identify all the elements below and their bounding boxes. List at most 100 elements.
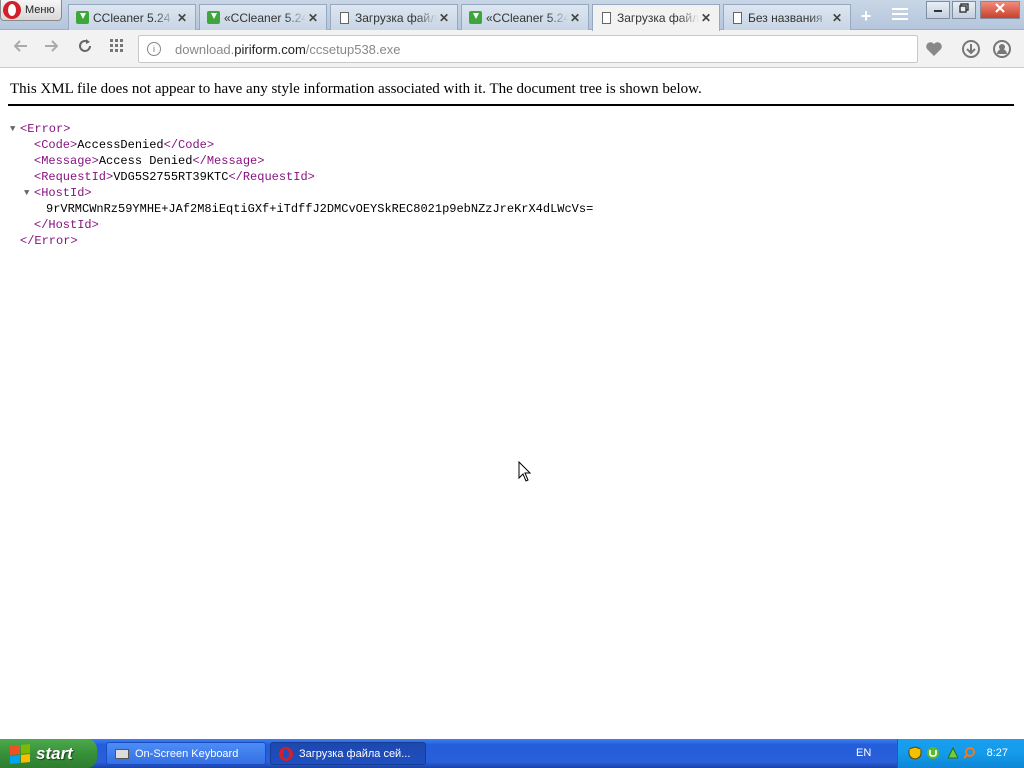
xml-tag: <Message> [34,154,99,168]
address-toolbar: i download.piriform.com/ccsetup538.exe [0,30,1024,68]
start-label: start [36,743,73,763]
maximize-button[interactable] [952,1,976,19]
xml-tag: <HostId> [34,186,92,200]
shield-icon[interactable] [908,746,922,760]
heart-icon [926,42,942,56]
site-info-icon[interactable]: i [147,42,161,56]
xml-hostid-open-line: ▼ <HostId> [10,185,593,201]
opera-logo-icon [3,1,21,19]
url-text[interactable]: download.piriform.com/ccsetup538.exe [175,42,400,57]
grid-icon [110,39,123,52]
tab-download-active[interactable]: Загрузка файл ✕ [592,4,720,31]
url-path: /ccsetup538.exe [305,42,401,57]
download-icon [75,11,89,25]
download-circle-icon [962,40,980,58]
close-tab-icon[interactable]: ✕ [568,11,582,25]
xml-tag: <RequestId> [34,170,114,184]
download-icon [468,11,482,25]
address-bar[interactable]: i download.piriform.com/ccsetup538.exe [138,35,918,63]
xml-message-line: <Message> Access Denied </Message> [10,153,593,169]
divider [8,104,1014,106]
close-tab-icon[interactable]: ✕ [306,11,320,25]
start-button[interactable]: start [0,739,97,768]
reload-icon [79,39,91,52]
network-icon[interactable] [946,746,960,760]
tab-label: «CCleaner 5.24 [486,10,568,25]
clock: 8:27 [986,747,1008,759]
tab-ccleaner-1[interactable]: CCleaner 5.24 ( ✕ [68,4,196,30]
forward-arrow-icon [45,40,59,52]
xml-tag: </RequestId> [228,170,315,184]
xml-tag: </Message> [192,154,265,168]
taskbar-item-label: On-Screen Keyboard [135,747,239,760]
document-icon [337,11,351,25]
document-icon [599,11,613,25]
close-tab-icon[interactable]: ✕ [175,11,189,25]
close-tab-icon[interactable]: ✕ [830,11,844,25]
maximize-icon [959,3,969,13]
keyboard-icon [115,748,129,759]
menu-label: Меню [25,4,55,16]
xml-code-value: AccessDenied [77,138,164,152]
user-icon [993,40,1011,58]
close-icon [995,3,1005,13]
windows-logo-icon [10,743,30,764]
speed-dial-button[interactable] [106,38,128,60]
language-indicator[interactable]: EN [856,747,871,759]
utorrent-icon[interactable] [926,746,940,760]
tab-label: CCleaner 5.24 ( [93,10,175,25]
xml-tag: <Error> [20,122,71,136]
account-button[interactable] [992,39,1012,59]
reload-button[interactable] [74,38,96,60]
close-window-button[interactable] [980,1,1020,19]
back-arrow-icon [13,40,27,52]
opera-icon [279,746,293,761]
xml-tag: </Error> [20,234,78,248]
document-icon [730,11,744,25]
url-domain: piriform.com [234,42,306,57]
taskbar-item-label: Загрузка файла сей... [299,747,411,760]
back-button[interactable] [10,38,32,60]
page-content: This XML file does not appear to have an… [0,69,1024,739]
xml-code-line: <Code> AccessDenied </Code> [10,137,593,153]
xml-message-value: Access Denied [98,154,193,168]
tab-untitled[interactable]: Без названия ✕ [723,4,851,30]
taskbar: start On-Screen Keyboard Загрузка файла … [0,739,1024,768]
tab-label: Загрузка файл [617,11,699,25]
downloads-button[interactable] [961,39,981,59]
taskbar-item-keyboard[interactable]: On-Screen Keyboard [106,742,266,765]
search-icon[interactable] [962,746,976,760]
collapse-triangle-icon[interactable]: ▼ [24,185,34,201]
xml-error-open-line: ▼ <Error> [10,121,593,137]
xml-requestid-line: <RequestId> VDG5S2755RT39KTC </RequestId> [10,169,593,185]
tab-label: «CCleaner 5.24 [224,10,306,25]
xml-tag: <Code> [34,138,78,152]
url-prefix: download. [175,42,235,57]
tab-label: Загрузка файл [355,10,437,25]
xml-style-notice: This XML file does not appear to have an… [10,81,702,97]
forward-button[interactable] [40,38,62,60]
minimize-button[interactable] [926,1,950,19]
mouse-pointer-icon [518,461,532,482]
collapse-triangle-icon[interactable]: ▼ [10,121,20,137]
xml-tag: </HostId> [34,218,99,232]
tab-download-1[interactable]: Загрузка файл ✕ [330,4,458,30]
new-tab-button[interactable]: + [856,6,876,26]
tab-menu-icon[interactable] [892,8,908,22]
tab-ccleaner-2[interactable]: «CCleaner 5.24 ✕ [199,4,327,30]
close-tab-icon[interactable]: ✕ [437,11,451,25]
close-tab-icon[interactable]: ✕ [699,11,713,25]
system-tray: 8:27 [897,739,1024,768]
tab-ccleaner-3[interactable]: «CCleaner 5.24 ✕ [461,4,589,30]
xml-tag: </Code> [163,138,215,152]
bookmark-button[interactable] [924,39,944,59]
tab-label: Без названия [748,10,823,25]
minimize-icon [934,10,942,12]
taskbar-item-opera[interactable]: Загрузка файла сей... [270,742,426,765]
xml-error-close-line: </Error> [10,233,593,249]
xml-hostid-value: 9rVRMCWnRz59YMHE+JAf2M8iEqtiGXf+iTdffJ2D… [46,202,594,216]
tab-strip: Меню CCleaner 5.24 ( ✕ «CCleaner 5.24 ✕ … [0,0,1024,31]
xml-tree: ▼ <Error> <Code> AccessDenied </Code> <Mess… [10,121,593,249]
opera-menu-button[interactable]: Меню [0,0,62,21]
download-icon [206,11,220,25]
